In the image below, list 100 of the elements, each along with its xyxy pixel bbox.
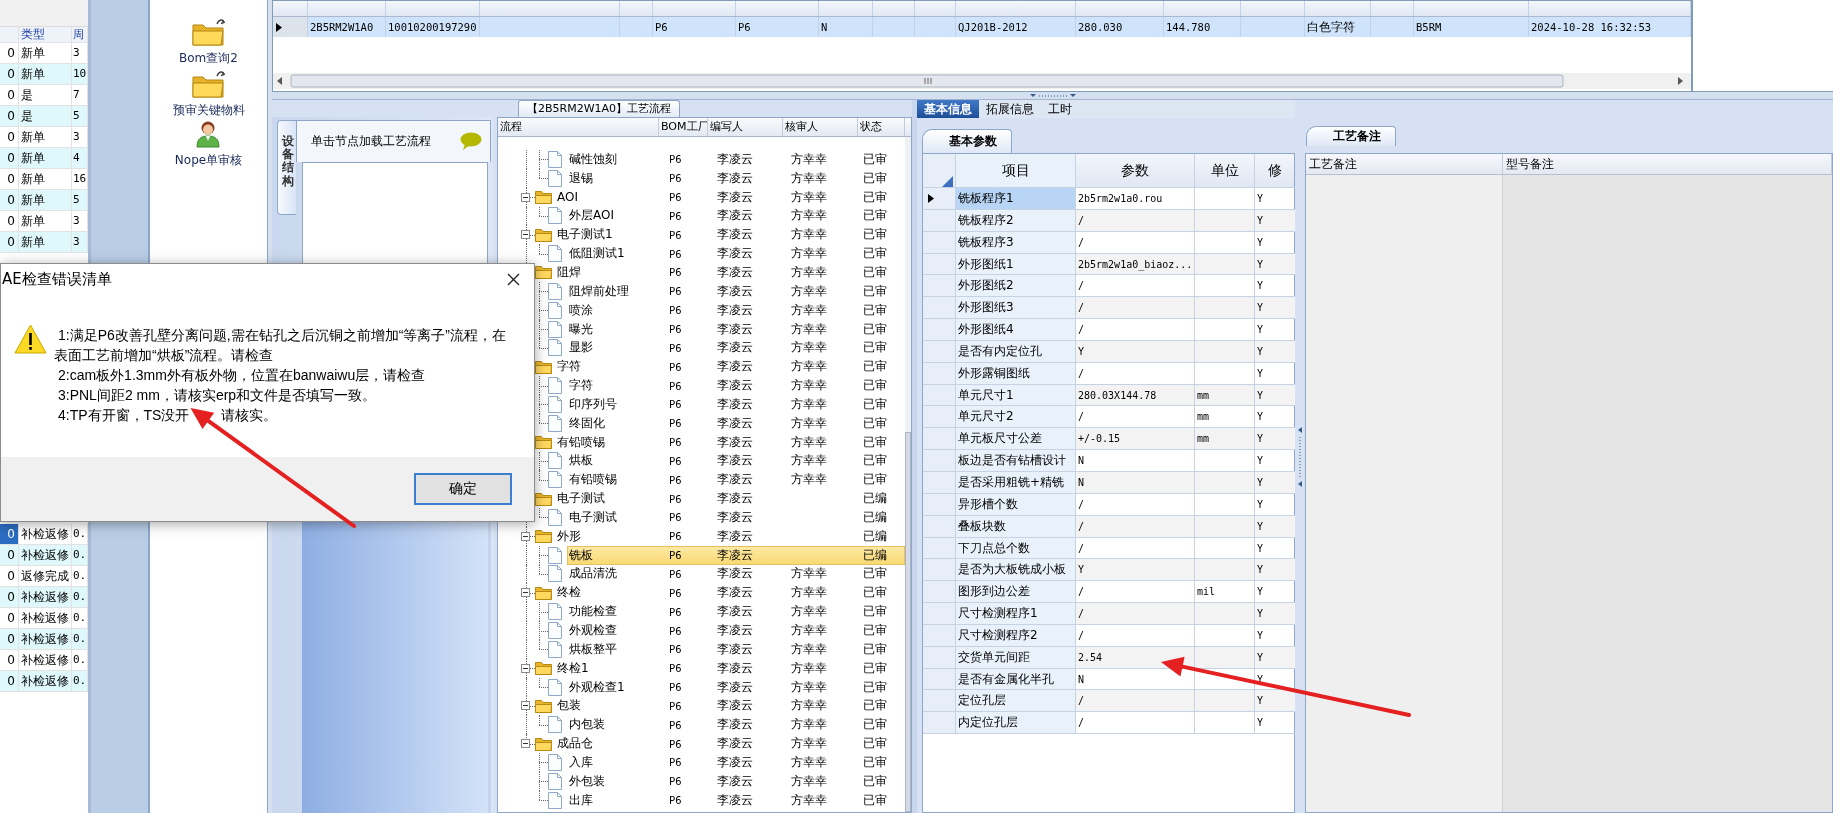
table-cell[interactable]: 0 [0,232,19,253]
column-header[interactable]: 状态 [858,118,905,136]
tree-row[interactable]: 成品清洗 P6 李凌云 方幸幸 已审 [567,564,905,584]
shortcut-link[interactable]: Bom查询2 [179,50,238,67]
folder-icon [535,736,552,751]
tree-row[interactable]: 退锡 P6 李凌云 方幸幸 已审 [567,168,905,188]
table-cell: 是否有内定位孔 [956,340,1076,363]
tab[interactable]: 工时 [1041,100,1079,118]
tab[interactable]: 【2B5RM2W1A0】工艺流程 [518,100,681,117]
table-cell-text: 已审 [862,697,888,715]
table-cell-text: 李凌云 [716,603,754,621]
tree-row[interactable]: 外观检查1 P6 李凌云 方幸幸 已审 [567,677,905,697]
shortcut-link[interactable]: Nope单审核 [174,152,243,169]
tree-row[interactable]: 碱性蚀刻 P6 李凌云 方幸幸 已审 [567,150,905,169]
column-header[interactable]: 型号备注 [1503,154,1832,174]
tree-row[interactable]: 电子测试1 P6 李凌云 方幸幸 已审 [555,225,905,245]
collapse-icon[interactable] [521,701,530,711]
column-header[interactable] [923,154,956,188]
tree-row[interactable]: AOI P6 李凌云 方幸幸 已审 [555,187,905,207]
tree-row[interactable]: 入库 P6 李凌云 方幸幸 已审 [567,753,905,772]
table-cell-text: P6 [668,568,683,580]
vertical-scrollbar[interactable] [905,137,911,812]
tree-row[interactable]: 烘板整平 P6 李凌云 方幸幸 已审 [567,639,905,659]
tab[interactable]: 拓展信息 [979,100,1041,118]
tree-row[interactable]: 有铅喷锡 P6 李凌云 方幸幸 已审 [555,432,905,452]
column-header[interactable]: 流程 [498,118,659,136]
tree-row[interactable]: 曝光 P6 李凌云 方幸幸 已审 [567,319,905,339]
tree-row[interactable]: 阻焊 P6 李凌云 方幸幸 已审 [555,263,905,282]
tree-row[interactable]: 外包装 P6 李凌云 方幸幸 已审 [567,771,905,791]
tree-row[interactable]: 出库 P6 李凌云 方幸幸 已审 [567,790,905,810]
column-header[interactable]: 周 [72,27,88,43]
tree-row[interactable]: 终检 P6 李凌云 方幸幸 已审 [555,583,905,603]
tab[interactable]: 基本信息 [917,100,979,118]
table-cell[interactable]: 0 [0,106,19,127]
tree-row[interactable]: 低阻测试1 P6 李凌云 方幸幸 已审 [567,244,905,264]
collapse-icon[interactable] [521,663,530,673]
tree-row[interactable]: 电子测试 P6 李凌云 已编 [555,489,905,509]
row-header[interactable] [923,188,956,210]
column-header[interactable]: 参数 [1076,154,1195,188]
table-cell [1195,340,1255,363]
tree-row[interactable]: 印序列号 P6 李凌云 方幸幸 已审 [567,394,905,414]
tree-row[interactable]: 阻焊前处理 P6 李凌云 方幸幸 已审 [567,281,905,301]
shortcut-link[interactable]: 预审关键物料 [172,102,245,119]
tree-row[interactable]: 功能检查 P6 李凌云 方幸幸 已审 [567,602,905,622]
tree-row[interactable]: 字符 P6 李凌云 方幸幸 已审 [567,376,905,395]
column-header[interactable]: 项目 [956,154,1076,188]
table-cell: 0. [72,629,88,650]
tree-row[interactable]: 终检1 P6 李凌云 方幸幸 已审 [555,658,905,678]
table-cell[interactable]: 0 [0,671,19,692]
table-cell[interactable]: 0 [0,587,19,608]
table-cell[interactable]: 0 [0,148,19,169]
message-text: 请核实。 [221,407,278,423]
tree-row[interactable]: 喷涂 P6 李凌云 方幸幸 已审 [567,300,905,320]
tree-row[interactable]: 有铅喷锡 P6 李凌云 方幸幸 已审 [567,470,905,490]
collapse-icon[interactable] [521,739,530,749]
tree-row[interactable]: 外形 P6 李凌云 已编 [555,526,905,546]
row-header[interactable] [273,17,308,37]
column-header[interactable]: 类型 [19,27,72,43]
table-cell[interactable]: 0 [0,629,19,650]
table-cell[interactable]: 0 [0,545,19,566]
table-cell: 异形槽个数 [956,493,1076,516]
tree-row[interactable]: 外层AOI P6 李凌云 方幸幸 已审 [567,206,905,226]
tree-row[interactable]: 外观检查 P6 李凌云 方幸幸 已审 [567,621,905,640]
tree-row[interactable]: 字符 P6 李凌云 方幸幸 已审 [555,357,905,377]
splitter-grip-icon [1297,426,1303,487]
table-cell[interactable]: 0 [0,190,19,211]
folder-icon [535,585,552,600]
document-icon [548,791,562,809]
collapse-icon[interactable] [521,192,530,202]
tree-row[interactable]: 电子测试 P6 李凌云 已编 [567,508,905,527]
column-header[interactable]: 核审人 [783,118,858,136]
tree-label: 外包装 [568,772,606,790]
tree-row[interactable]: 成品仓 P6 李凌云 方幸幸 已审 [555,734,905,753]
table-cell-text: 方幸幸 [790,753,828,771]
table-cell-text: 李凌云 [716,264,754,281]
document-icon [548,320,562,338]
tree-row[interactable]: 显影 P6 李凌云 方幸幸 已审 [567,338,905,358]
scrollbar-thumb[interactable] [905,432,911,812]
table-cell: N [1076,471,1195,494]
tab[interactable]: 基本参数 [922,129,1012,153]
collapse-icon[interactable] [521,230,530,240]
ok-button[interactable]: 确定 [414,473,512,505]
column-header[interactable]: 单位 [1195,154,1255,188]
tree-label: 退锡 [568,169,594,187]
column-header[interactable]: 工艺备注 [1306,154,1503,174]
tab[interactable]: 工艺备注 [1306,126,1396,146]
folder-icon [535,227,552,242]
tree-row[interactable]: 包装 P6 李凌云 方幸幸 已审 [555,696,905,716]
tree-label: 入库 [568,753,594,771]
collapse-icon[interactable] [521,531,530,541]
tree-row[interactable]: 内包装 P6 李凌云 方幸幸 已审 [567,715,905,735]
table-cell[interactable]: 0 [0,64,19,85]
tree-row[interactable]: 终固化 P6 李凌云 方幸幸 已审 [567,413,905,433]
table-cell[interactable]: 0 [0,524,19,545]
tree-label: 铣板 [568,546,594,564]
tree-row[interactable]: 烘板 P6 李凌云 方幸幸 已审 [567,451,905,471]
collapse-icon[interactable] [521,588,530,598]
vertical-tab[interactable]: 设备结构 [277,120,296,215]
tree-row[interactable]: 铣板 P6 李凌云 已编 [567,545,905,565]
column-header[interactable]: 编写人 [708,118,783,136]
